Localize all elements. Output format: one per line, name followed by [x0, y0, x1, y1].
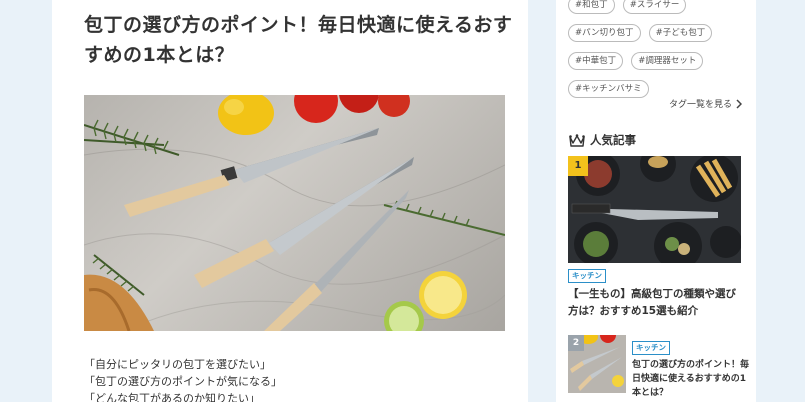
popular-article-title[interactable]: 【一生もの】高級包丁の種類や選び方は？おすすめ15選も紹介 — [568, 286, 741, 320]
tag-chip[interactable]: #調理器セット — [631, 52, 704, 70]
tag-list-link[interactable]: タグ一覧を見る — [669, 97, 742, 110]
article-intro: 「自分にピッタリの包丁を選びたい」 「包丁の選び方のポイントが気になる」 「どん… — [84, 356, 504, 402]
popular-heading: 人気記事 — [569, 132, 636, 148]
category-label[interactable]: キッチン — [632, 341, 670, 355]
intro-line: 「自分にピッタリの包丁を選びたい」 — [84, 358, 271, 371]
tag-chip[interactable]: #キッチンバサミ — [568, 80, 649, 98]
tag-list-link-label: タグ一覧を見る — [668, 100, 732, 110]
article-main: 包丁の選び方のポイント！毎日快適に使えるおすすめの1本とは？ 「自分にピッタリの… — [52, 0, 528, 402]
popular-article-card[interactable]: 1 キッチン 【一生もの】高級包丁の種類や選び方は？おすすめ15選も紹介 — [568, 156, 741, 320]
intro-line: 「包丁の選び方のポイントが気になる」 — [84, 375, 282, 388]
tag-chip[interactable]: #スライサー — [622, 0, 687, 14]
tag-chip[interactable]: #中華包丁 — [568, 52, 624, 70]
intro-line: 「どんな包丁があるのか知りたい」 — [84, 392, 260, 402]
article-thumbnail: 1 — [568, 156, 741, 263]
article-thumbnail: 2 — [568, 335, 626, 393]
chevron-right-icon — [736, 98, 742, 109]
article-title: 包丁の選び方のポイント！毎日快適に使えるおすすめの1本とは？ — [84, 14, 513, 66]
rank-badge: 1 — [568, 156, 588, 176]
tag-chip[interactable]: #和包丁 — [568, 0, 615, 14]
tag-chip[interactable]: #パン切り包丁 — [568, 24, 641, 42]
popular-article-title[interactable]: 包丁の選び方のポイント！毎日快適に使えるおすすめの1本とは？ — [632, 358, 750, 400]
tag-chip[interactable]: #子ども包丁 — [648, 24, 713, 42]
crown-icon — [569, 133, 585, 147]
tag-cloud: #和包丁 #スライサー #パン切り包丁 #子ども包丁 #中華包丁 #調理器セット… — [568, 0, 748, 104]
category-label[interactable]: キッチン — [568, 269, 606, 283]
popular-article-info: キッチン 包丁の選び方のポイント！毎日快適に使えるおすすめの1本とは？ — [632, 335, 750, 400]
rank-badge: 2 — [568, 335, 584, 351]
popular-heading-label: 人気記事 — [590, 133, 636, 147]
sidebar: #和包丁 #スライサー #パン切り包丁 #子ども包丁 #中華包丁 #調理器セット… — [556, 0, 756, 402]
hero-image — [84, 95, 505, 331]
